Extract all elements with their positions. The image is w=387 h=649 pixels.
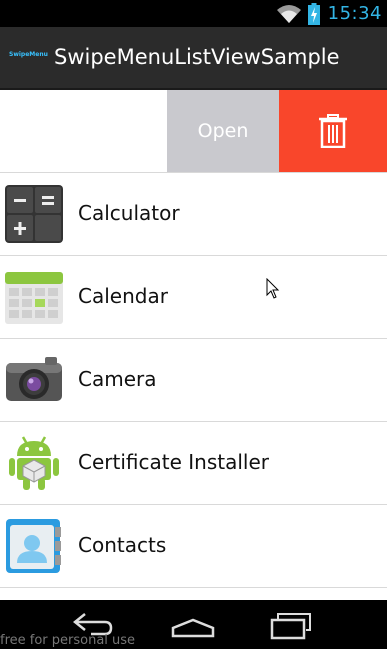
open-button-label: Open — [197, 120, 249, 142]
action-bar: SwipeMenu SwipeMenuListViewSample — [0, 27, 387, 90]
swipe-menu-list[interactable]: Open Calculator Calendar Camera Certific… — [0, 90, 387, 600]
list-item[interactable]: Calendar — [0, 256, 387, 339]
list-item-label: Calculator — [78, 201, 180, 225]
contacts-icon — [6, 519, 61, 573]
list-item-label: Calendar — [78, 284, 168, 308]
calculator-icon — [5, 185, 63, 243]
list-item[interactable]: Certificate Installer — [0, 422, 387, 505]
mouse-cursor-icon — [266, 278, 280, 299]
home-icon[interactable] — [170, 606, 216, 640]
wifi-icon — [276, 4, 301, 23]
open-button[interactable]: Open — [167, 90, 279, 172]
app-logo[interactable]: SwipeMenu — [9, 51, 48, 58]
camera-icon — [6, 357, 62, 401]
delete-button[interactable] — [279, 90, 387, 172]
navigation-bar: free for personal use — [0, 600, 387, 649]
list-item[interactable] — [0, 588, 387, 600]
list-item-label: Contacts — [78, 533, 167, 557]
list-item-label: Certificate Installer — [78, 450, 269, 474]
swiped-list-item[interactable]: Open — [0, 90, 387, 173]
trash-icon — [319, 114, 347, 148]
status-clock: 15:34 — [327, 3, 382, 24]
watermark-text: free for personal use — [0, 633, 136, 648]
list-item[interactable]: Camera — [0, 339, 387, 422]
list-item-label: Camera — [78, 367, 157, 391]
app-title: SwipeMenuListViewSample — [54, 45, 340, 69]
recents-icon[interactable] — [270, 606, 314, 640]
status-bar: 15:34 — [0, 0, 387, 27]
list-item[interactable]: Contacts — [0, 505, 387, 588]
certificate-installer-icon — [9, 436, 59, 490]
list-item[interactable]: Calculator — [0, 173, 387, 256]
battery-charging-icon — [307, 2, 320, 25]
calendar-icon — [5, 272, 63, 324]
